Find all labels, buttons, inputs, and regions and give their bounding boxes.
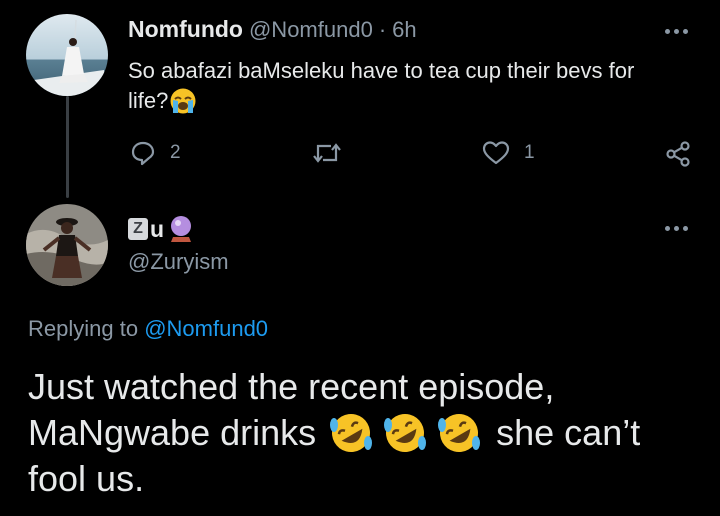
avatar-zuryism[interactable] <box>26 204 108 286</box>
retweet-button[interactable] <box>312 140 342 166</box>
replying-to-line: Replying to @Nomfund0 <box>28 314 268 344</box>
name-letter: u <box>150 215 165 242</box>
reply-text-line1: Just watched the recent episode, <box>28 366 555 407</box>
parent-tweet-text: So abafazi baMseleku have to tea cup the… <box>128 56 698 116</box>
parent-tweet-text-line2: life? <box>128 88 169 113</box>
header-separator: · <box>378 17 387 42</box>
reply-text-line2-start: MaNgwabe drinks <box>28 412 317 453</box>
reply-count: 2 <box>170 142 181 163</box>
reply-author-handle[interactable]: @Zuryism <box>128 248 229 276</box>
replying-to-handle-link[interactable]: @Nomfund0 <box>144 316 268 341</box>
rolling-on-floor-laughing-emoji <box>328 411 374 455</box>
parent-tweet-header: Nomfundo @Nomfund0 · 6h <box>128 16 417 46</box>
share-icon <box>666 141 690 167</box>
reply-text-line2-end: she can’t <box>496 412 641 453</box>
like-button[interactable]: 1 <box>482 140 535 166</box>
tweet-timestamp[interactable]: 6h <box>392 17 416 43</box>
reply-button[interactable]: 2 <box>130 140 181 166</box>
rolling-on-floor-laughing-emoji <box>436 411 482 455</box>
share-button[interactable] <box>664 140 692 168</box>
reply-author-name[interactable]: Z u <box>128 214 194 244</box>
name-letter-badge: Z <box>128 218 148 240</box>
reply-icon <box>131 141 155 166</box>
reply-text-line3: fool us. <box>28 458 145 499</box>
like-icon <box>482 141 510 165</box>
loudly-crying-face-emoji <box>169 87 197 115</box>
replying-to-prefix: Replying to <box>28 316 139 341</box>
crystal-ball-emoji <box>168 215 194 243</box>
parent-tweet-text-line1: So abafazi baMseleku have to tea cup the… <box>128 58 635 83</box>
author-handle[interactable]: @Nomfund0 <box>249 17 373 43</box>
more-icon[interactable] <box>665 29 688 34</box>
avatar-nomfundo[interactable] <box>26 14 108 96</box>
thread-connector-line <box>66 96 69 198</box>
retweet-icon <box>313 143 341 163</box>
reply-more-icon[interactable] <box>665 226 688 231</box>
author-display-name[interactable]: Nomfundo <box>128 16 243 43</box>
reply-tweet-text: Just watched the recent episode, MaNgwab… <box>28 364 708 502</box>
like-count: 1 <box>524 142 535 163</box>
rolling-on-floor-laughing-emoji <box>382 411 428 455</box>
